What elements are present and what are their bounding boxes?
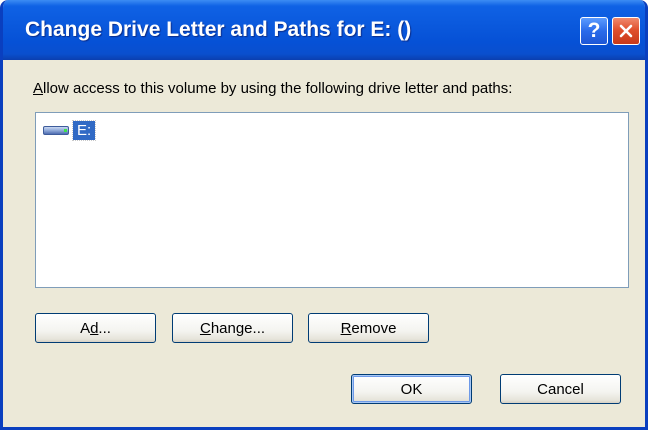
instruction-access-key: A xyxy=(33,80,44,97)
instruction-text: llow access to this volume by using the … xyxy=(43,80,513,97)
list-item-label: E: xyxy=(71,119,97,141)
drive-icon xyxy=(43,124,71,136)
add-button[interactable]: Ad... xyxy=(35,313,156,343)
drive-paths-listbox[interactable]: E: xyxy=(35,112,629,288)
list-item[interactable]: E: xyxy=(43,119,97,141)
title-bar[interactable]: Change Drive Letter and Paths for E: () … xyxy=(3,0,645,60)
remove-button[interactable]: Remove xyxy=(308,313,429,343)
window-title: Change Drive Letter and Paths for E: () xyxy=(25,18,412,41)
dialog-body: Allow access to this volume by using the… xyxy=(3,60,645,427)
help-icon: ? xyxy=(587,19,601,42)
add-button-label: Ad... xyxy=(80,319,111,337)
close-button[interactable] xyxy=(612,17,640,45)
dialog-window: Change Drive Letter and Paths for E: () … xyxy=(0,0,648,430)
cancel-button[interactable]: Cancel xyxy=(500,374,621,404)
close-icon xyxy=(619,24,633,38)
change-button[interactable]: Change... xyxy=(172,313,293,343)
help-button[interactable]: ? xyxy=(580,17,608,45)
instruction-label: Allow access to this volume by using the… xyxy=(33,80,512,97)
ok-button[interactable]: OK xyxy=(351,374,472,404)
change-button-label: Change... xyxy=(199,319,266,337)
remove-button-label: Remove xyxy=(340,319,397,337)
